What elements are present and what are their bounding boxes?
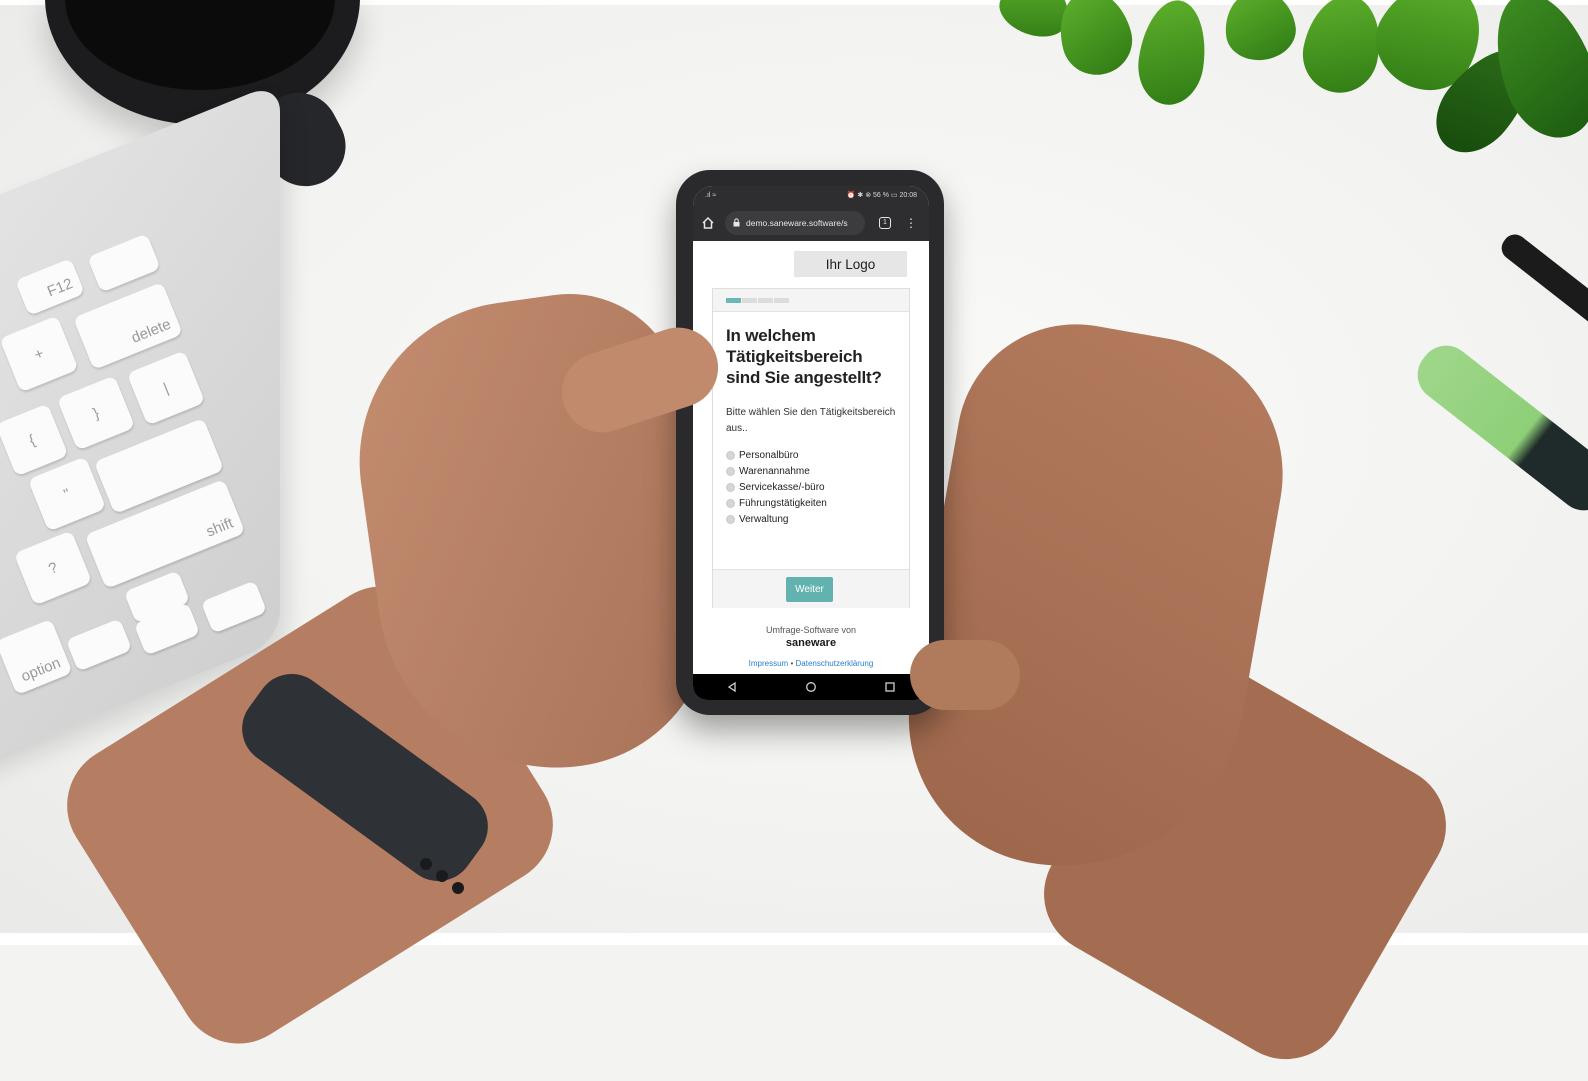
- footer-links: Impressum • Datenschutzerklärung: [693, 659, 929, 668]
- option-label: Servicekasse/-büro: [739, 481, 825, 493]
- status-right: ⏰ ✱ ⊗ 56 % ▭ 20:08: [846, 192, 917, 199]
- lock-icon: [733, 218, 740, 227]
- key-label: ": [61, 485, 73, 503]
- next-button[interactable]: Weiter: [786, 577, 833, 602]
- key-label: +: [31, 344, 47, 364]
- option-servicekasse[interactable]: Servicekasse/-büro: [726, 479, 827, 495]
- progress-segment: [742, 298, 757, 303]
- status-bar: .ıl ≈ ⏰ ✱ ⊗ 56 % ▭ 20:08: [693, 186, 929, 204]
- tabs-icon[interactable]: 1: [879, 216, 891, 229]
- saneware-logo: saneware: [785, 637, 837, 649]
- back-icon[interactable]: [726, 681, 738, 693]
- radio-button[interactable]: [726, 466, 735, 476]
- browser-toolbar: demo.saneware.software/s 1 ⋮: [693, 204, 929, 241]
- android-nav-bar: [693, 674, 929, 700]
- right-finger: [910, 640, 1020, 710]
- imprint-link[interactable]: Impressum: [749, 659, 789, 668]
- key-label: }: [90, 404, 102, 422]
- option-fuehrungstaetigkeiten[interactable]: Führungstätigkeiten: [726, 495, 827, 511]
- signal-indicators: .ıl ≈: [705, 191, 717, 199]
- powered-by-text: Umfrage-Software von: [765, 625, 857, 635]
- option-label: Personalbüro: [739, 449, 799, 461]
- progress-segment: [774, 298, 789, 303]
- card-footer: Weiter: [713, 569, 909, 608]
- progress-segment: [726, 298, 741, 303]
- band-hole: [452, 882, 464, 894]
- radio-button[interactable]: [726, 514, 735, 524]
- option-personalbuero[interactable]: Personalbüro: [726, 447, 827, 463]
- phone-screen: .ıl ≈ ⏰ ✱ ⊗ 56 % ▭ 20:08 demo.saneware.s…: [693, 186, 929, 700]
- key-label: {: [26, 431, 38, 449]
- radio-button[interactable]: [726, 450, 735, 460]
- privacy-link[interactable]: Datenschutzerklärung: [796, 659, 874, 668]
- progress-segment: [758, 298, 773, 303]
- key-label: |: [161, 379, 171, 397]
- option-warenannahme[interactable]: Warenannahme: [726, 463, 827, 479]
- question-instruction: Bitte wählen Sie den Tätigkeitsbereich a…: [726, 407, 896, 434]
- recents-icon[interactable]: [884, 681, 896, 693]
- key-label: ?: [45, 558, 61, 578]
- key-label: F12: [44, 275, 76, 301]
- option-verwaltung[interactable]: Verwaltung: [726, 511, 827, 527]
- logo-placeholder: Ihr Logo: [794, 251, 907, 277]
- question-title: In welchem Tätigkeitsbereich sind Sie an…: [726, 326, 882, 387]
- key-label: shift: [203, 514, 236, 541]
- radio-button[interactable]: [726, 498, 735, 508]
- radio-button[interactable]: [726, 482, 735, 492]
- link-separator: •: [790, 659, 794, 668]
- url-field[interactable]: demo.saneware.software/s: [725, 210, 865, 235]
- more-menu-icon[interactable]: ⋮: [905, 217, 917, 229]
- band-hole: [436, 870, 448, 882]
- survey-card: In welchem Tätigkeitsbereich sind Sie an…: [712, 288, 910, 608]
- option-label: Verwaltung: [739, 513, 789, 525]
- url-text: demo.saneware.software/s: [746, 217, 848, 228]
- option-label: Führungstätigkeiten: [739, 497, 827, 509]
- band-hole: [420, 858, 432, 870]
- home-circle-icon[interactable]: [805, 681, 817, 693]
- home-icon[interactable]: [701, 216, 715, 230]
- answer-options: Personalbüro Warenannahme Servicekasse/-…: [726, 447, 827, 527]
- option-label: Warenannahme: [739, 465, 810, 477]
- progress-bar: [713, 289, 909, 312]
